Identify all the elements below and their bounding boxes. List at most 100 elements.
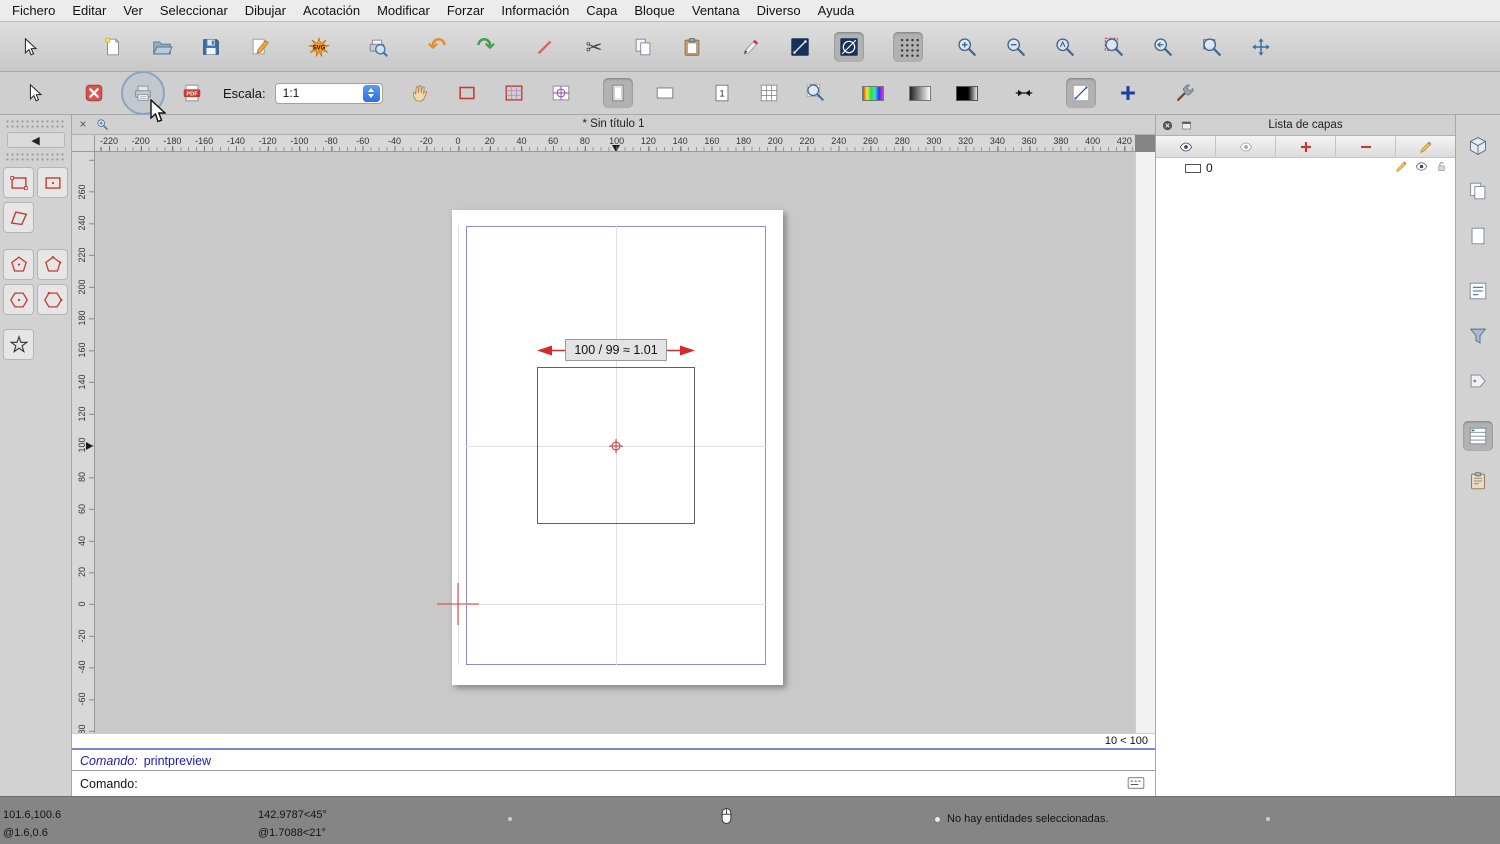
menu-item[interactable]: Dibujar [245,3,286,18]
open-file-button[interactable] [147,32,177,62]
draft-grid-button[interactable] [499,78,529,108]
polygon-corner-corner-tool[interactable] [3,284,34,315]
drawing-canvas[interactable]: 100 / 99 ≈ 1.01 [95,152,1135,733]
dock-pages[interactable] [1463,176,1493,206]
polygon-center-point-tool[interactable] [3,249,34,280]
cut-button[interactable]: ✂ [579,32,609,62]
pan-hand-button[interactable] [405,78,435,108]
copy-button[interactable] [628,32,658,62]
menu-item[interactable]: Capa [586,3,617,18]
scale-combobox[interactable]: 1:1 [275,83,383,104]
command-input-line[interactable]: Comando: [72,770,1155,796]
star-tool[interactable] [3,329,34,360]
lock-open-icon[interactable] [1434,159,1449,174]
stepper-arrows-icon[interactable] [363,85,380,102]
zoom-out-button[interactable] [1001,32,1031,62]
menu-item[interactable]: Bloque [634,3,674,18]
grid-table-button[interactable] [754,78,784,108]
pageportrait-icon [607,82,629,104]
draw-line-button[interactable] [785,32,815,62]
grayscale-view-button[interactable] [905,78,935,108]
dock-block-list[interactable] [1463,276,1493,306]
collapse-panel-button[interactable]: ◀ [7,132,65,148]
line-style-button[interactable] [1066,78,1096,108]
save-button[interactable] [196,32,226,62]
draftgrid-icon [503,82,525,104]
menu-item[interactable]: Seleccionar [160,3,228,18]
snap-grid-button[interactable] [893,32,923,62]
zoom-pan-button[interactable] [1246,32,1276,62]
dock-new-sheet[interactable] [1463,221,1493,251]
svgexp-icon: SVG [308,36,330,58]
menu-item[interactable]: Fichero [12,3,55,18]
panel-drag-handle[interactable] [5,152,66,161]
menu-item[interactable]: Forzar [447,3,485,18]
print-preview-button[interactable] [363,32,393,62]
zoom-previous-button[interactable] [1148,32,1178,62]
menu-item[interactable]: Diverso [757,3,801,18]
polygon-side-side-tool[interactable] [37,284,68,315]
quadrilateral-tool[interactable] [3,202,34,233]
menu-item[interactable]: Ayuda [818,3,855,18]
dock-clipboard[interactable] [1463,466,1493,496]
new-document-button[interactable] [98,32,128,62]
dock-filter[interactable] [1463,321,1493,351]
line-width-scale-button[interactable] [1009,78,1039,108]
redo-button[interactable]: ↷ [471,32,501,62]
panel-drag-handle[interactable] [5,119,66,128]
zoom-page-button[interactable] [801,78,831,108]
preferences-button[interactable] [1170,78,1200,108]
export-svg-button[interactable]: SVG [304,32,334,62]
fit-one-page-button[interactable]: 1 [707,78,737,108]
zoom-window-button[interactable] [1197,32,1227,62]
edit-layer-button[interactable] [1396,136,1455,157]
pencil-icon[interactable] [1394,159,1409,174]
show-all-layers-button[interactable] [1156,136,1216,157]
menu-item[interactable]: Editar [72,3,106,18]
menu-item[interactable]: Ventana [692,3,740,18]
zoom-in-button[interactable] [952,32,982,62]
menu-item[interactable]: Acotación [303,3,360,18]
zoom-auto-button[interactable] [1050,32,1080,62]
zoom-selected-button[interactable] [1099,32,1129,62]
paste-button[interactable] [677,32,707,62]
select-tool-button[interactable] [15,32,45,62]
select-tool-button-2[interactable] [20,78,50,108]
polar-coordinate-display: 142.9787<45° @1.7088<21° [258,806,327,842]
layer-row[interactable]: 0 [1156,158,1455,178]
dock-view-3d[interactable] [1463,131,1493,161]
dock-tag[interactable] [1463,366,1493,396]
centermark-icon [550,82,572,104]
page-portrait-button[interactable] [603,78,633,108]
menu-item[interactable]: Ver [123,3,143,18]
vertical-scrollbar[interactable] [1135,152,1155,733]
rectangle-2corner-tool[interactable] [3,167,34,198]
polygon-center-corner-tool[interactable] [37,249,68,280]
add-layer-button[interactable] [1276,136,1336,157]
edit-drawing-button[interactable] [245,32,275,62]
page-landscape-button[interactable] [650,78,680,108]
blackwhite-view-button[interactable] [952,78,982,108]
close-print-preview-button[interactable] [79,78,109,108]
layers-list: 0 [1156,158,1455,178]
center-to-page-button[interactable] [546,78,576,108]
rectangle-corner-size-tool[interactable] [37,167,68,198]
eye-icon[interactable] [1414,159,1429,174]
menu-item[interactable]: Modificar [377,3,430,18]
hruler-label: -80 [325,136,338,146]
hide-all-layers-button[interactable] [1216,136,1276,157]
keyboard-icon[interactable] [1127,776,1145,790]
paste-icon [681,36,703,58]
color-view-button[interactable] [858,78,888,108]
draw-pen-button[interactable] [736,32,766,62]
add-scale-button[interactable] [1113,78,1143,108]
undo-button[interactable]: ↶ [422,32,452,62]
dock-layer-list[interactable] [1463,421,1493,451]
remove-layer-button[interactable] [1336,136,1396,157]
menu-item[interactable]: Información [501,3,569,18]
export-pdf-button[interactable]: PDF [177,78,207,108]
svg-text:SVG: SVG [313,45,326,51]
draw-circle-button[interactable] [834,32,864,62]
delete-button[interactable] [530,32,560,62]
draft-rect-button[interactable] [452,78,482,108]
